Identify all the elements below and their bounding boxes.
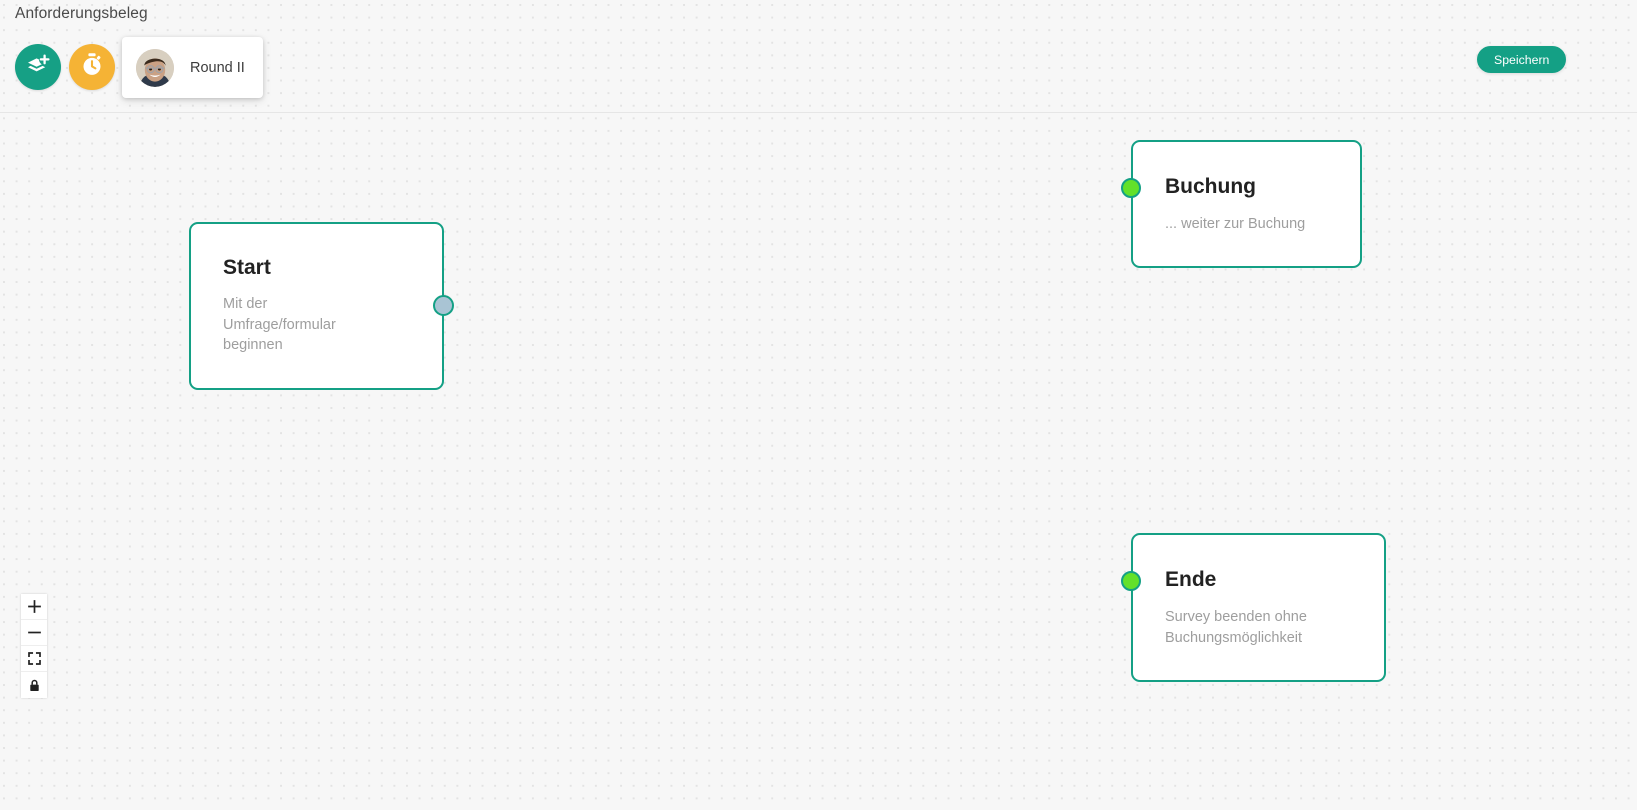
flow-node-buchung[interactable]: Buchung ... weiter zur Buchung [1131,140,1362,268]
timer-icon-button[interactable] [69,44,115,90]
round-card[interactable]: Round II [122,37,263,98]
node-title: Buchung [1165,175,1256,198]
layers-plus-icon [25,52,51,83]
add-layer-icon-button[interactable] [15,44,61,90]
node-description: ... weiter zur Buchung [1165,216,1306,232]
minus-icon [27,626,41,639]
round-card-label: Round II [190,59,245,76]
header-divider [0,112,1637,113]
node-handle-target-buchung[interactable] [1121,178,1141,198]
canvas-controls [21,594,47,698]
node-description: Mit der Umfrage/formular beginnen [223,296,336,353]
stopwatch-icon [80,52,104,82]
flow-node-ende[interactable]: Ende Survey beenden ohne Buchungsmöglich… [1131,533,1386,682]
zoom-out-button[interactable] [21,620,47,646]
lock-button[interactable] [21,672,47,698]
avatar [136,48,174,87]
save-button[interactable]: Speichern [1477,46,1567,73]
lock-icon [28,679,41,692]
plus-icon [27,600,41,613]
fit-view-icon [27,652,41,665]
page-title: Anforderungsbeleg [15,5,148,22]
node-title: Ende [1165,568,1217,591]
node-description: Survey beenden ohne Buchungsmöglichkeit [1165,609,1307,646]
fit-view-button[interactable] [21,646,47,672]
node-handle-target-ende[interactable] [1121,571,1141,591]
zoom-in-button[interactable] [21,594,47,620]
flow-node-start[interactable]: Start Mit der Umfrage/formular beginnen [189,222,444,390]
node-title: Start [223,256,271,279]
header-bar: Anforderungsbeleg Round II Speichern [0,0,1637,113]
flow-editor-app: Anforderungsbeleg Round II Speichern Sta… [0,0,1637,810]
node-handle-source-start[interactable] [433,295,454,316]
